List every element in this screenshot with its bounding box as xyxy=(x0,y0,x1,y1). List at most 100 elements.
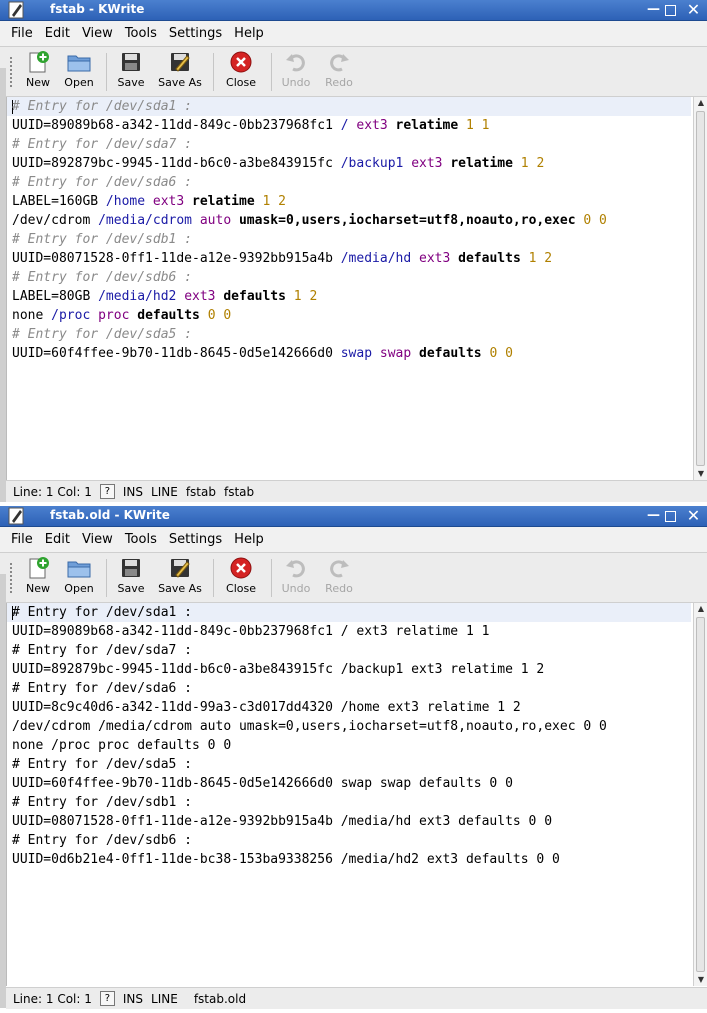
selection-mode[interactable]: LINE xyxy=(151,485,178,499)
minimize-icon[interactable]: — xyxy=(646,3,661,18)
menu-bar: File Edit View Tools Settings Help xyxy=(0,527,707,553)
help-icon[interactable]: ? xyxy=(99,484,115,499)
line-token: # Entry for /dev/sdb6 : xyxy=(12,833,193,848)
line-token: UUID=08071528-0ff1-11de-a12e-9392bb915a4… xyxy=(12,251,341,266)
editor-line[interactable]: # Entry for /dev/sdb6 : xyxy=(7,831,691,850)
menu-tools[interactable]: Tools xyxy=(125,532,157,547)
title-bar[interactable]: fstab.old - KWrite — ✕ xyxy=(0,506,707,527)
undo-button[interactable]: Undo xyxy=(279,50,313,89)
editor-line[interactable]: # Entry for /dev/sda7 : xyxy=(7,135,691,154)
new-button[interactable]: New xyxy=(22,50,54,89)
menu-settings[interactable]: Settings xyxy=(169,532,222,547)
editor-line[interactable]: # Entry for /dev/sda6 : xyxy=(7,173,691,192)
insert-mode[interactable]: INS xyxy=(123,485,143,499)
editor-line[interactable]: none /proc proc defaults 0 0 xyxy=(7,736,691,755)
menu-bar: File Edit View Tools Settings Help xyxy=(0,21,707,47)
redo-button[interactable]: Redo xyxy=(322,50,356,89)
close-window-icon[interactable]: ✕ xyxy=(686,508,701,524)
kwrite-app-icon[interactable] xyxy=(8,1,25,19)
minimize-icon[interactable]: — xyxy=(646,509,661,524)
scroll-down-icon[interactable]: ▼ xyxy=(694,974,707,986)
editor-line[interactable]: UUID=60f4ffee-9b70-11db-8645-0d5e142666d… xyxy=(7,774,691,793)
menu-tools[interactable]: Tools xyxy=(125,26,157,41)
save-button[interactable]: Save xyxy=(114,556,148,595)
line-token: # Entry for /dev/sda1 : xyxy=(12,99,193,114)
close-window-icon[interactable]: ✕ xyxy=(686,2,701,18)
save-as-button[interactable]: Save As xyxy=(157,50,203,89)
save-button[interactable]: Save xyxy=(114,50,148,89)
line-token: swap xyxy=(340,346,373,361)
maximize-icon[interactable] xyxy=(665,5,676,16)
scroll-up-icon[interactable]: ▲ xyxy=(694,97,707,109)
close-document-button[interactable]: Close xyxy=(223,50,259,89)
editor-line[interactable]: # Entry for /dev/sdb1 : xyxy=(7,793,691,812)
new-button[interactable]: New xyxy=(22,556,54,595)
editor-line[interactable]: UUID=89089b68-a342-11dd-849c-0bb237968fc… xyxy=(7,622,691,641)
editor-line[interactable]: /dev/cdrom /media/cdrom auto umask=0,use… xyxy=(7,717,691,736)
toolbar-grip[interactable] xyxy=(10,563,14,593)
text-editor[interactable]: # Entry for /dev/sda1 : UUID=89089b68-a34… xyxy=(6,97,691,480)
editor-line[interactable]: LABEL=80GB /media/hd2 ext3 defaults 1 2 xyxy=(7,287,691,306)
title-bar[interactable]: fstab - KWrite — ✕ xyxy=(0,0,707,21)
editor-line[interactable]: # Entry for /dev/sda5 : xyxy=(7,325,691,344)
editor-line[interactable]: # Entry for /dev/sda1 : xyxy=(7,97,691,116)
menu-settings[interactable]: Settings xyxy=(169,26,222,41)
editor-line[interactable]: UUID=892879bc-9945-11dd-b6c0-a3be843915f… xyxy=(7,154,691,173)
editor-line[interactable]: # Entry for /dev/sda1 : xyxy=(7,603,691,622)
editor-line[interactable]: UUID=0d6b21e4-0ff1-11de-bc38-153ba933825… xyxy=(7,850,691,869)
line-token xyxy=(474,118,482,133)
editor-line[interactable]: /dev/cdrom /media/cdrom auto umask=0,use… xyxy=(7,211,691,230)
line-token: ext3 xyxy=(356,118,388,133)
redo-button[interactable]: Redo xyxy=(322,556,356,595)
line-token xyxy=(497,346,505,361)
editor-line[interactable]: # Entry for /dev/sda6 : xyxy=(7,679,691,698)
open-button[interactable]: Open xyxy=(62,556,96,595)
line-token: 0 xyxy=(583,213,592,228)
scroll-down-icon[interactable]: ▼ xyxy=(694,468,707,480)
scrollbar-thumb[interactable] xyxy=(696,617,705,972)
menu-file[interactable]: File xyxy=(11,532,33,547)
menu-help[interactable]: Help xyxy=(234,532,264,547)
line-token: / xyxy=(340,118,349,133)
menu-view[interactable]: View xyxy=(82,26,113,41)
line-token: UUID=8c9c40d6-a342-11dd-99a3-c3d017dd432… xyxy=(12,700,521,715)
line-token: UUID=60f4ffee-9b70-11db-8645-0d5e142666d… xyxy=(12,776,513,791)
menu-edit[interactable]: Edit xyxy=(45,532,70,547)
vertical-scrollbar[interactable]: ▲ ▼ xyxy=(693,603,707,986)
insert-mode[interactable]: INS xyxy=(123,992,143,1006)
line-token: # Entry for /dev/sdb6 : xyxy=(12,270,193,285)
line-token: 2 xyxy=(278,194,286,209)
editor-line[interactable]: none /proc proc defaults 0 0 xyxy=(7,306,691,325)
scroll-up-icon[interactable]: ▲ xyxy=(694,603,707,615)
editor-line[interactable]: UUID=892879bc-9945-11dd-b6c0-a3be843915f… xyxy=(7,660,691,679)
menu-file[interactable]: File xyxy=(11,26,33,41)
editor-line[interactable]: UUID=89089b68-a342-11dd-849c-0bb237968fc… xyxy=(7,116,691,135)
editor-line[interactable]: UUID=08071528-0ff1-11de-a12e-9392bb915a4… xyxy=(7,812,691,831)
help-icon[interactable]: ? xyxy=(99,991,115,1006)
editor-line[interactable]: LABEL=160GB /home ext3 relatime 1 2 xyxy=(7,192,691,211)
save-as-button[interactable]: Save As xyxy=(157,556,203,595)
menu-edit[interactable]: Edit xyxy=(45,26,70,41)
vertical-scrollbar[interactable]: ▲ ▼ xyxy=(693,97,707,480)
kwrite-app-icon[interactable] xyxy=(8,507,25,525)
editor-line[interactable]: UUID=08071528-0ff1-11de-a12e-9392bb915a4… xyxy=(7,249,691,268)
toolbar-grip[interactable] xyxy=(10,57,14,87)
editor-line[interactable]: UUID=8c9c40d6-a342-11dd-99a3-c3d017dd432… xyxy=(7,698,691,717)
scrollbar-thumb[interactable] xyxy=(696,111,705,466)
editor-line[interactable]: # Entry for /dev/sdb6 : xyxy=(7,268,691,287)
editor-line[interactable]: # Entry for /dev/sda5 : xyxy=(7,755,691,774)
line-token: relatime xyxy=(395,118,459,133)
menu-view[interactable]: View xyxy=(82,532,113,547)
maximize-icon[interactable] xyxy=(665,511,676,522)
menu-help[interactable]: Help xyxy=(234,26,264,41)
close-document-button[interactable]: Close xyxy=(223,556,259,595)
editor-line[interactable]: # Entry for /dev/sdb1 : xyxy=(7,230,691,249)
selection-mode[interactable]: LINE xyxy=(151,992,178,1006)
text-editor[interactable]: # Entry for /dev/sda1 : UUID=89089b68-a34… xyxy=(6,603,691,986)
line-token: # Entry for /dev/sdb1 : xyxy=(12,232,193,247)
open-button[interactable]: Open xyxy=(62,50,96,89)
undo-button[interactable]: Undo xyxy=(279,556,313,595)
line-token: 1 xyxy=(293,289,302,304)
editor-line[interactable]: UUID=60f4ffee-9b70-11db-8645-0d5e142666d… xyxy=(7,344,691,363)
editor-line[interactable]: # Entry for /dev/sda7 : xyxy=(7,641,691,660)
